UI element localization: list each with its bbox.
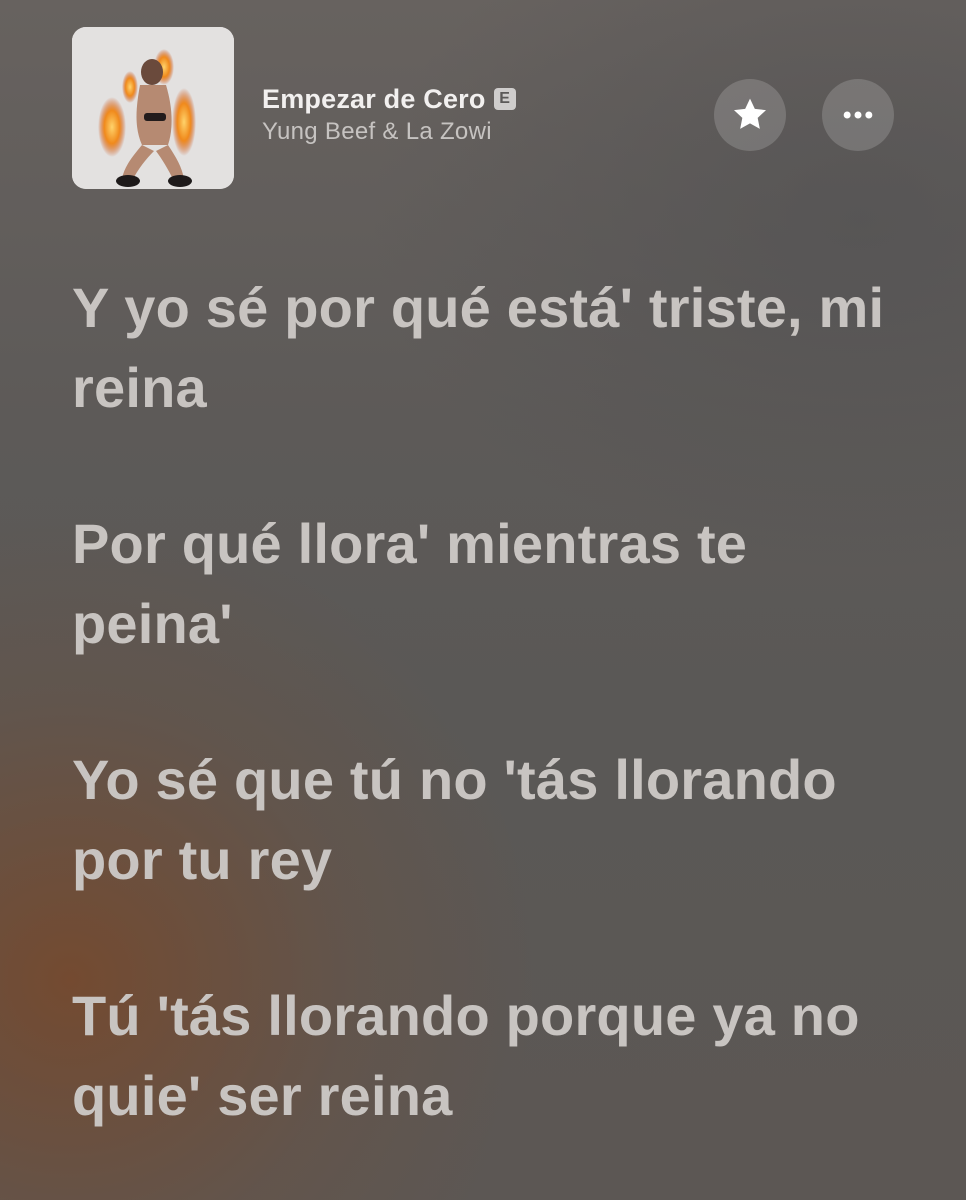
now-playing-header: Empezar de Cero E Yung Beef & La Zowi (72, 27, 894, 189)
lyric-line[interactable]: Yo sé que tú no 'tás llorando por tu rey (72, 740, 892, 900)
star-icon (734, 98, 766, 129)
lyric-line[interactable]: Por qué llora' mientras te peina' (72, 504, 892, 664)
song-title-row: Empezar de Cero E (262, 82, 682, 116)
song-info[interactable]: Empezar de Cero E Yung Beef & La Zowi (262, 82, 682, 146)
ellipsis-icon (843, 111, 873, 119)
album-artwork[interactable] (72, 27, 234, 189)
lyric-line[interactable]: Y yo sé por qué está' triste, mi reina (72, 268, 892, 428)
favorite-button[interactable] (714, 79, 786, 151)
lyrics-view[interactable]: Y yo sé por qué está' triste, mi reina P… (72, 268, 892, 1200)
album-artwork-image (72, 27, 234, 189)
lyric-line[interactable]: Tú 'tás llorando porque ya no quie' ser … (72, 976, 892, 1136)
explicit-badge: E (493, 88, 516, 110)
more-options-button[interactable] (822, 79, 894, 151)
song-title: Empezar de Cero (262, 83, 486, 114)
song-artist[interactable]: Yung Beef & La Zowi (262, 118, 682, 146)
